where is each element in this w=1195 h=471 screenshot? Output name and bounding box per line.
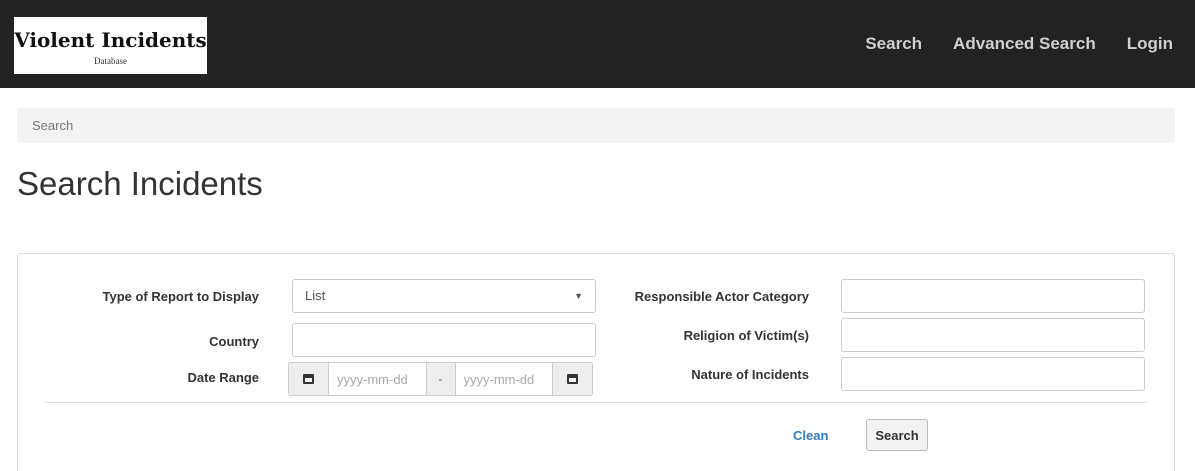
incident-nature-input[interactable] [841,357,1145,391]
navbar: Violent Incidents Database Search Advanc… [0,0,1195,88]
search-button[interactable]: Search [866,419,928,451]
brand-logo[interactable]: Violent Incidents Database [14,17,207,74]
actor-category-input[interactable] [841,279,1145,313]
brand-subtitle: Database [94,56,127,66]
breadcrumb: Search [17,108,1175,143]
breadcrumb-current: Search [32,118,74,133]
report-type-select[interactable]: List ▼ [292,279,596,313]
chevron-down-icon: ▼ [574,291,583,301]
report-type-label: Type of Report to Display [102,289,260,304]
nav-link-advanced-search[interactable]: Advanced Search [953,34,1096,54]
date-range-label: Date Range [187,370,259,385]
brand-title: Violent Incidents [14,28,207,52]
actor-category-label: Responsible Actor Category [634,289,809,304]
calendar-icon[interactable] [289,363,329,395]
victim-religion-input[interactable] [841,318,1145,352]
nav-link-search[interactable]: Search [865,34,922,54]
country-input[interactable] [292,323,596,357]
date-separator: - [425,363,456,395]
start-date-input[interactable] [329,363,426,395]
report-type-value: List [305,288,326,303]
nav-links: Search Advanced Search Login [865,0,1195,88]
end-date-input[interactable] [455,363,552,395]
page-title: Search Incidents [17,165,263,202]
form-divider [44,402,1148,403]
victim-religion-label: Religion of Victim(s) [683,328,809,343]
clean-link[interactable]: Clean [793,428,828,443]
search-form-panel: Type of Report to Display List ▼ Country… [17,253,1175,471]
nav-link-login[interactable]: Login [1127,34,1173,54]
incident-nature-label: Nature of Incidents [691,367,809,382]
calendar-icon[interactable] [552,363,592,395]
date-range-group: - [288,362,593,396]
country-label: Country [209,334,259,349]
